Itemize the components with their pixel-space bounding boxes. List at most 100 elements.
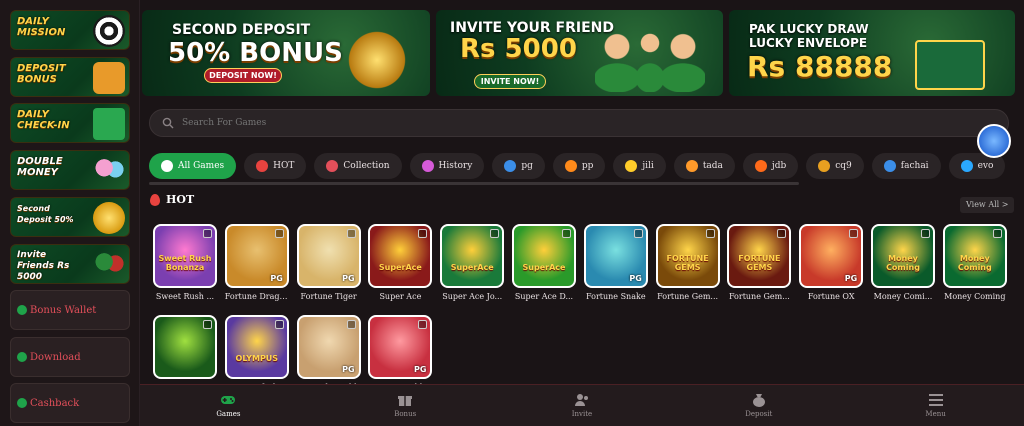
- game-name: Super Ace D...: [514, 292, 574, 301]
- game-card[interactable]: SuperAce Super Ace D...: [512, 224, 576, 301]
- game-thumbnail: PG: [296, 224, 361, 288]
- favorite-icon[interactable]: [346, 320, 356, 329]
- tab-cq9[interactable]: cq9: [806, 153, 864, 179]
- favorite-icon[interactable]: [203, 229, 212, 238]
- provider-badge: PG: [342, 365, 355, 374]
- game-card[interactable]: SuperAce Super Ace: [368, 224, 433, 301]
- nav-label: Bonus: [394, 410, 417, 418]
- favorite-icon[interactable]: [992, 229, 1002, 238]
- search-input[interactable]: [182, 118, 582, 128]
- tab-fachai[interactable]: fachai: [871, 153, 941, 179]
- banner-second-deposit[interactable]: SECOND DEPOSIT 50% BONUS DEPOSIT NOW!: [142, 10, 430, 96]
- game-card[interactable]: Sweet Rush Bonanza Sweet Rush ...: [153, 224, 217, 301]
- nav-label: Deposit: [745, 410, 773, 418]
- tab-tada[interactable]: tada: [673, 153, 735, 179]
- cq9-icon: [818, 160, 831, 172]
- cashback-button[interactable]: Cashback: [10, 383, 130, 423]
- favorite-icon[interactable]: [633, 229, 643, 238]
- game-thumbnail: SuperAce: [368, 224, 433, 288]
- game-card[interactable]: PG Fortune Dragon: [224, 224, 289, 301]
- nav-menu[interactable]: Menu: [847, 385, 1024, 426]
- tab-pp[interactable]: pp: [552, 153, 606, 179]
- gamepad-icon: [161, 160, 173, 172]
- favorite-icon[interactable]: [921, 229, 930, 238]
- game-thumbnail: FORTUNE GEMS: [727, 224, 792, 288]
- gift-icon: [397, 393, 413, 407]
- section-header: HOT: [150, 193, 194, 206]
- tab-collection[interactable]: Collection: [314, 153, 402, 179]
- game-card[interactable]: PGPiggy Gold: [368, 315, 433, 392]
- game-card[interactable]: FORTUNE GEMS Fortune Gem...: [655, 224, 720, 301]
- view-all-button[interactable]: View All >: [960, 197, 1015, 213]
- tab-hot[interactable]: HOT: [244, 153, 307, 179]
- category-scrollbar[interactable]: [149, 182, 799, 185]
- game-card[interactable]: PG Fortune Tiger: [296, 224, 361, 301]
- game-card[interactable]: PGGanesha Gold: [296, 315, 361, 392]
- favorite-icon[interactable]: [203, 320, 212, 329]
- favorite-icon[interactable]: [777, 229, 787, 238]
- nav-deposit[interactable]: Deposit: [670, 385, 847, 426]
- game-card[interactable]: SuperAce Super Ace Jo...: [440, 224, 505, 301]
- game-thumbnail: OLYMPUS: [224, 315, 289, 379]
- game-thumbnail: PG: [583, 224, 648, 288]
- deposit-now-button[interactable]: DEPOSIT NOW!: [204, 68, 282, 83]
- tab-pg[interactable]: pg: [492, 153, 545, 179]
- favorite-icon[interactable]: [849, 229, 859, 238]
- promo-label: Invite Friends Rs 5000: [17, 250, 70, 282]
- banner-lucky-draw[interactable]: PAK LUCKY DRAW LUCKY ENVELOPE Rs 88888: [729, 10, 1015, 96]
- game-thumbnail: PG: [224, 224, 289, 288]
- favorite-icon[interactable]: [346, 229, 356, 238]
- search-bar[interactable]: [149, 109, 1009, 137]
- favorite-icon[interactable]: [274, 320, 284, 329]
- tab-jili[interactable]: jili: [613, 153, 666, 179]
- tab-label: HOT: [273, 161, 295, 171]
- download-button[interactable]: Download: [10, 337, 130, 377]
- game-card[interactable]: PG Fortune OX: [799, 224, 864, 301]
- invite-now-button[interactable]: INVITE NOW!: [474, 74, 546, 89]
- promo-second-deposit[interactable]: Second Deposit 50%: [10, 197, 130, 237]
- bonus-wallet-button[interactable]: Bonus Wallet: [10, 290, 130, 330]
- nav-games[interactable]: Games: [140, 385, 317, 426]
- promo-daily-mission[interactable]: DAILY MISSION: [10, 10, 130, 50]
- tab-label: evo: [977, 161, 994, 171]
- favorite-icon[interactable]: [274, 229, 284, 238]
- game-card[interactable]: FORTUNE GEMS Fortune Gem...: [727, 224, 792, 301]
- game-card[interactable]: Money Coming Money Coming: [942, 224, 1007, 301]
- promo-double-money[interactable]: DOUBLE MONEY: [10, 150, 130, 190]
- sidebar: DAILY MISSION DEPOSIT BONUS DAILY CHECK-…: [0, 0, 140, 426]
- game-card[interactable]: PG Fortune Snake: [583, 224, 648, 301]
- favorite-icon[interactable]: [562, 229, 571, 238]
- tab-all-games[interactable]: All Games: [149, 153, 237, 179]
- banner-line1: SECOND DEPOSIT: [172, 22, 311, 38]
- flame-icon: [150, 193, 160, 206]
- tab-label: All Games: [178, 161, 225, 171]
- tada-icon: [685, 160, 698, 172]
- game-name: Money Comi...: [873, 292, 933, 301]
- customer-support-icon[interactable]: [977, 124, 1011, 158]
- promo-label: DOUBLE MONEY: [17, 156, 63, 178]
- favorite-icon[interactable]: [418, 320, 428, 329]
- game-card[interactable]: Money Comi...: [153, 315, 217, 392]
- banner-line2: Rs 88888: [747, 50, 893, 83]
- promo-deposit-bonus[interactable]: DEPOSIT BONUS: [10, 57, 130, 97]
- tab-history[interactable]: History: [409, 153, 485, 179]
- envelope-icon: [915, 40, 985, 90]
- cashback-label: Cashback: [30, 397, 80, 409]
- banner-invite-friend[interactable]: INVITE YOUR FRIEND Rs 5000 INVITE NOW!: [436, 10, 723, 96]
- promo-invite-friends[interactable]: Invite Friends Rs 5000: [10, 244, 130, 284]
- favorite-icon[interactable]: [418, 229, 428, 238]
- nav-invite[interactable]: Invite: [494, 385, 671, 426]
- game-card[interactable]: OLYMPUSGates of Ol...: [224, 315, 289, 392]
- tab-jdb[interactable]: jdb: [742, 153, 799, 179]
- banner-line2: Rs 5000: [460, 34, 577, 64]
- game-thumbnail: Money Coming: [871, 224, 935, 288]
- download-label: Download: [30, 351, 81, 363]
- nav-bonus[interactable]: Bonus: [317, 385, 494, 426]
- favorite-icon[interactable]: [490, 229, 500, 238]
- game-card[interactable]: Money Coming Money Comi...: [871, 224, 935, 301]
- promo-daily-check-in[interactable]: DAILY CHECK-IN: [10, 103, 130, 143]
- favorite-icon[interactable]: [705, 229, 715, 238]
- money-bag-icon: [751, 393, 767, 407]
- game-thumbnail: PG: [368, 315, 433, 379]
- game-thumbnail: PG: [799, 224, 864, 288]
